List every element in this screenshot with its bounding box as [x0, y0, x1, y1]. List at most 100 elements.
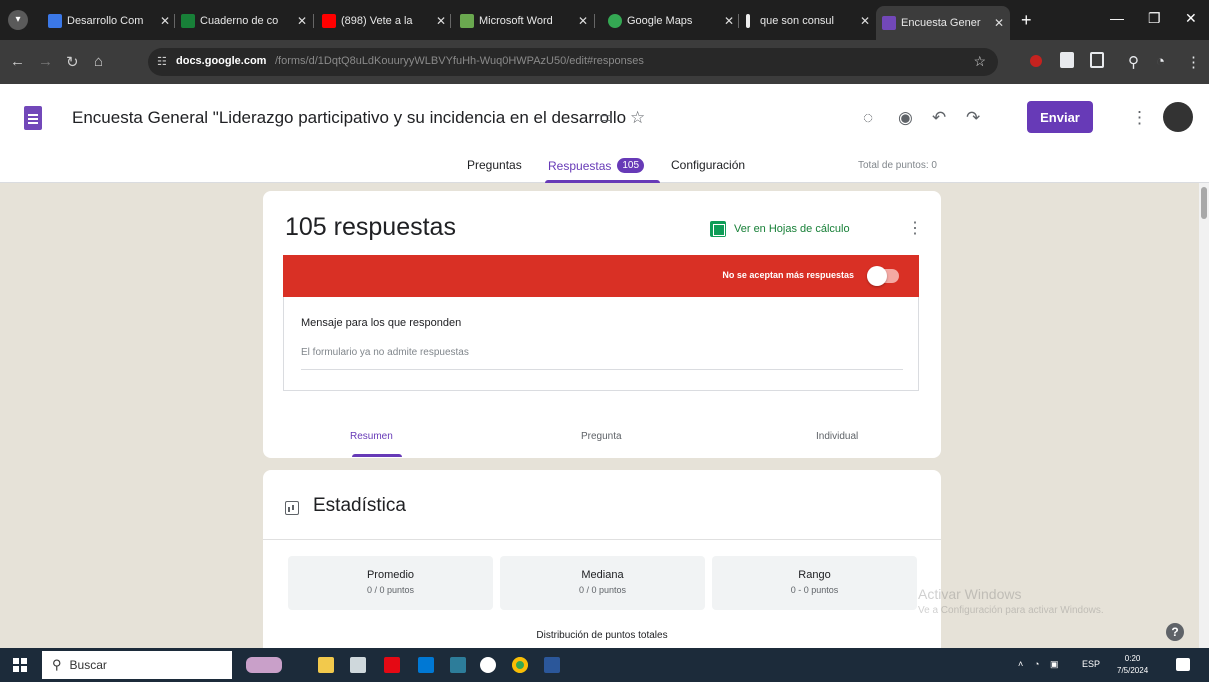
browser-tab-active[interactable]: Encuesta Gener ✕	[876, 6, 1010, 40]
forward-icon[interactable]: →	[38, 53, 53, 70]
field-underline	[301, 369, 903, 370]
taskbar-clock[interactable]: 0:20 7/5/2024	[1117, 653, 1148, 677]
tab-title: Encuesta Gener	[901, 17, 981, 29]
close-tab-icon[interactable]: ✕	[860, 14, 870, 28]
back-icon[interactable]: ←	[10, 53, 25, 70]
notifications-icon[interactable]	[1176, 658, 1190, 671]
stat-label: Promedio	[366, 569, 415, 581]
distribution-title: Distribución de puntos totales	[536, 630, 668, 641]
close-tab-icon[interactable]: ✕	[436, 14, 446, 28]
tab-favicon-icon	[608, 14, 622, 28]
extension-icon[interactable]	[1060, 52, 1074, 68]
chart-icon	[285, 501, 299, 515]
browser-tab[interactable]: Cuaderno de co ✕	[181, 8, 307, 34]
tab-title: Microsoft Word	[479, 15, 553, 27]
palette-icon[interactable]: ◌	[863, 108, 873, 128]
language-indicator[interactable]: ESP	[1082, 659, 1100, 669]
folder-icon[interactable]: ▭	[599, 108, 613, 126]
tab-favicon-icon	[322, 14, 336, 28]
tab-summary[interactable]: Resumen	[350, 431, 393, 442]
store-icon[interactable]	[350, 657, 366, 673]
send-button[interactable]: Enviar	[1027, 101, 1093, 133]
responses-count: 105 respuestas	[285, 213, 456, 241]
site-info-icon[interactable]: ☷	[157, 55, 167, 68]
tab-favicon-icon	[48, 14, 62, 28]
browser-tab[interactable]: Desarrollo Com ✕	[48, 8, 170, 34]
extensions-puzzle-icon[interactable]: ⚲	[1128, 53, 1139, 71]
close-window-icon[interactable]: ✕	[1185, 10, 1197, 27]
file-explorer-icon[interactable]	[318, 657, 334, 673]
bookmark-star-icon[interactable]: ☆	[973, 53, 986, 70]
home-icon[interactable]: ⌂	[94, 53, 103, 70]
chrome-icon[interactable]	[512, 657, 528, 673]
tab-title: Cuaderno de co	[200, 15, 279, 27]
volume-icon[interactable]: ▣	[1050, 659, 1059, 670]
tab-individual[interactable]: Individual	[816, 431, 858, 442]
app-icon[interactable]	[450, 657, 466, 673]
profile-icon[interactable]: ◔	[1156, 53, 1165, 70]
sheets-icon	[710, 221, 726, 237]
edge-icon[interactable]	[480, 657, 496, 673]
google-forms-logo-icon[interactable]	[24, 106, 42, 130]
more-options-icon[interactable]: ⋮	[1131, 108, 1148, 128]
forms-header: Encuesta General "Liderazgo participativ…	[0, 84, 1209, 183]
extension-icon[interactable]	[1030, 55, 1042, 67]
windows-taskbar: ⚲ Buscar ˄ ◔ ▣ ESP 0:20 7/5/2024	[0, 648, 1209, 682]
browser-tab[interactable]: Microsoft Word ✕	[460, 8, 588, 34]
browser-tab[interactable]: que son consul ✕	[746, 8, 870, 34]
tab-search-icon[interactable]: ▾	[8, 10, 28, 30]
minimize-icon[interactable]: —	[1110, 10, 1124, 26]
browser-menu-icon[interactable]: ⋮	[1186, 53, 1201, 71]
more-options-icon[interactable]: ⋮	[907, 218, 923, 238]
tab-title: (898) Vete a la	[341, 15, 413, 27]
tab-responses-label: Respuestas	[548, 158, 612, 173]
browser-toolbar: ← → ↻ ⌂ ☷ docs.google.com /forms/d/1DqtQ…	[0, 40, 1209, 84]
preview-eye-icon[interactable]: ◉	[898, 108, 913, 128]
view-in-sheets-link[interactable]: Ver en Hojas de cálculo	[710, 221, 850, 237]
close-tab-icon[interactable]: ✕	[297, 14, 307, 28]
close-tab-icon[interactable]: ✕	[578, 14, 588, 28]
taskbar-search-input[interactable]: ⚲ Buscar	[42, 651, 232, 679]
tab-question[interactable]: Pregunta	[581, 431, 622, 442]
browser-tab[interactable]: Google Maps ✕	[608, 8, 734, 34]
stat-average: Promedio 0 / 0 puntos	[288, 556, 493, 610]
tab-settings[interactable]: Configuración	[671, 158, 745, 172]
stat-value: 0 / 0 puntos	[578, 585, 627, 595]
close-tab-icon[interactable]: ✕	[160, 14, 170, 28]
tab-title: Google Maps	[627, 15, 693, 27]
new-tab-icon[interactable]: +	[1021, 10, 1032, 31]
close-tab-icon[interactable]: ✕	[724, 14, 734, 28]
windows-start-icon[interactable]	[13, 658, 27, 672]
stat-label: Rango	[798, 569, 831, 581]
windows-activation-watermark: Activar Windows Ve a Configuración para …	[918, 586, 1104, 616]
form-title[interactable]: Encuesta General "Liderazgo participativ…	[72, 108, 626, 128]
redo-icon[interactable]: ↷	[966, 108, 980, 128]
stat-median: Mediana 0 / 0 puntos	[500, 556, 705, 610]
address-bar[interactable]: ☷ docs.google.com /forms/d/1DqtQ8uLdKouu…	[148, 48, 998, 76]
tab-questions[interactable]: Preguntas	[467, 158, 522, 172]
divider	[263, 539, 941, 540]
network-icon[interactable]: ◔	[1034, 659, 1039, 669]
accepting-responses-toggle[interactable]	[867, 266, 899, 286]
star-icon[interactable]: ☆	[630, 108, 645, 128]
help-icon[interactable]: ?	[1166, 623, 1184, 641]
avatar[interactable]	[1163, 102, 1193, 132]
browser-tab[interactable]: (898) Vete a la ✕	[322, 8, 446, 34]
respondent-message-title: Mensaje para los que responden	[301, 317, 462, 329]
scrollbar[interactable]	[1199, 183, 1209, 648]
accepting-responses-label: No se aceptan más respuestas	[722, 270, 854, 280]
watermark-line: Activar Windows	[918, 586, 1022, 602]
netflix-icon[interactable]	[384, 657, 400, 673]
word-icon[interactable]	[544, 657, 560, 673]
tab-title: que son consul	[760, 15, 834, 27]
respondent-message-field[interactable]: El formulario ya no admite respuestas	[301, 347, 469, 358]
undo-icon[interactable]: ↶	[932, 108, 946, 128]
close-tab-icon[interactable]: ✕	[994, 16, 1004, 30]
reload-icon[interactable]: ↻	[66, 53, 79, 71]
tab-responses[interactable]: Respuestas 105	[548, 158, 645, 173]
sidepanel-icon[interactable]	[1090, 52, 1104, 68]
responses-summary-card: 105 respuestas Ver en Hojas de cálculo ⋮…	[263, 191, 941, 458]
tray-expand-icon[interactable]: ˄	[1018, 659, 1023, 669]
restore-icon[interactable]: ❐	[1148, 10, 1161, 27]
mail-icon[interactable]	[418, 657, 434, 673]
